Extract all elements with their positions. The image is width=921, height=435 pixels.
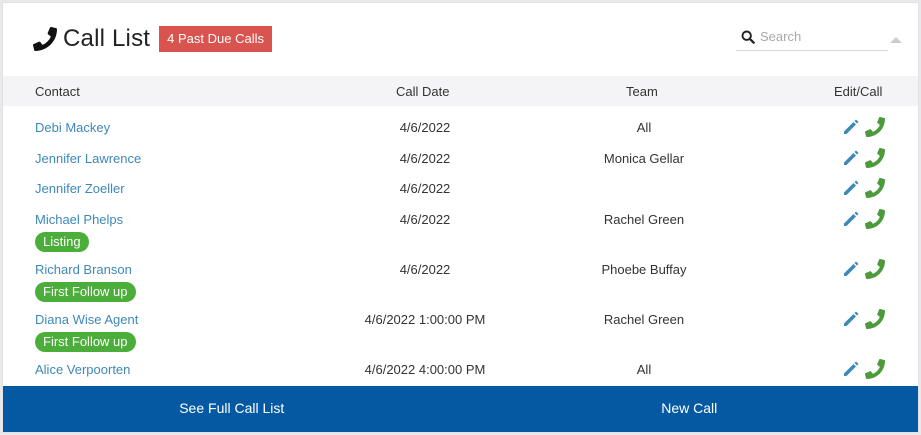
call-date-cell: 4/6/2022 <box>399 120 451 135</box>
row-actions <box>841 209 885 229</box>
pencil-icon[interactable] <box>841 148 861 168</box>
phone-icon[interactable] <box>865 309 885 329</box>
column-header-call-date[interactable]: Call Date <box>396 84 449 99</box>
tag-badge: First Follow up <box>35 282 136 302</box>
tag-badge: First Follow up <box>35 332 136 352</box>
contact-cell: Jennifer Lawrence <box>35 150 141 168</box>
title-wrap: Call List 4 Past Due Calls <box>33 25 272 53</box>
contact-cell: Michael Phelps <box>35 211 123 229</box>
see-full-call-list-button[interactable]: See Full Call List <box>3 386 461 432</box>
search-box <box>736 23 902 51</box>
row-actions <box>841 359 885 379</box>
contact-cell: Richard Branson <box>35 261 132 279</box>
pencil-icon[interactable] <box>841 209 861 229</box>
phone-icon[interactable] <box>865 359 885 379</box>
new-call-button[interactable]: New Call <box>461 386 919 432</box>
contact-cell: Jennifer Zoeller <box>35 180 125 198</box>
pencil-icon[interactable] <box>841 259 861 279</box>
phone-icon[interactable] <box>865 148 885 168</box>
header: Call List 4 Past Due Calls <box>3 3 918 75</box>
column-header-contact[interactable]: Contact <box>35 84 80 99</box>
footer-bar: See Full Call List New Call <box>3 386 918 432</box>
contact-link[interactable]: Michael Phelps <box>35 212 123 227</box>
row-actions <box>841 259 885 279</box>
team-cell: Monica Gellar <box>603 151 685 166</box>
column-header-edit-call: Edit/Call <box>834 84 883 99</box>
page-title: Call List <box>63 25 151 52</box>
team-cell: Phoebe Buffay <box>601 262 687 277</box>
contact-link[interactable]: Jennifer Zoeller <box>35 181 125 196</box>
contact-link[interactable]: Diana Wise Agent <box>35 312 138 327</box>
caret-up-icon <box>890 37 902 43</box>
table-header: Contact Call Date Team Edit/Call <box>3 76 918 106</box>
team-cell: All <box>636 362 652 377</box>
contact-link[interactable]: Alice Verpoorten <box>35 362 130 377</box>
contact-link[interactable]: Richard Branson <box>35 262 132 277</box>
contact-cell: Alice Verpoorten <box>35 361 130 379</box>
past-due-badge[interactable]: 4 Past Due Calls <box>159 26 272 52</box>
row-actions <box>841 178 885 198</box>
call-date-cell: 4/6/2022 4:00:00 PM <box>364 362 486 377</box>
call-date-cell: 4/6/2022 <box>399 212 451 227</box>
row-actions <box>841 148 885 168</box>
row-actions <box>841 117 885 137</box>
call-date-cell: 4/6/2022 1:00:00 PM <box>364 312 486 327</box>
phone-icon[interactable] <box>865 259 885 279</box>
team-cell: All <box>636 120 652 135</box>
team-cell: Rachel Green <box>603 312 685 327</box>
search-icon <box>741 30 755 44</box>
phone-icon[interactable] <box>865 117 885 137</box>
call-date-cell: 4/6/2022 <box>399 262 451 277</box>
pencil-icon[interactable] <box>841 309 861 329</box>
contact-link[interactable]: Debi Mackey <box>35 120 110 135</box>
tag-badge: Listing <box>35 232 89 252</box>
pencil-icon[interactable] <box>841 359 861 379</box>
contact-link[interactable]: Jennifer Lawrence <box>35 151 141 166</box>
column-header-team[interactable]: Team <box>626 84 658 99</box>
phone-icon[interactable] <box>865 209 885 229</box>
call-date-cell: 4/6/2022 <box>399 151 451 166</box>
call-list-card: Call List 4 Past Due Calls Contact Call … <box>2 2 919 433</box>
team-cell: Rachel Green <box>603 212 685 227</box>
phone-icon <box>33 27 57 51</box>
phone-icon[interactable] <box>865 178 885 198</box>
search-input[interactable] <box>760 29 870 44</box>
call-date-cell: 4/6/2022 <box>399 181 451 196</box>
row-actions <box>841 309 885 329</box>
pencil-icon[interactable] <box>841 178 861 198</box>
pencil-icon[interactable] <box>841 117 861 137</box>
contact-cell: Debi Mackey <box>35 119 110 137</box>
contact-cell: Diana Wise Agent <box>35 311 138 329</box>
